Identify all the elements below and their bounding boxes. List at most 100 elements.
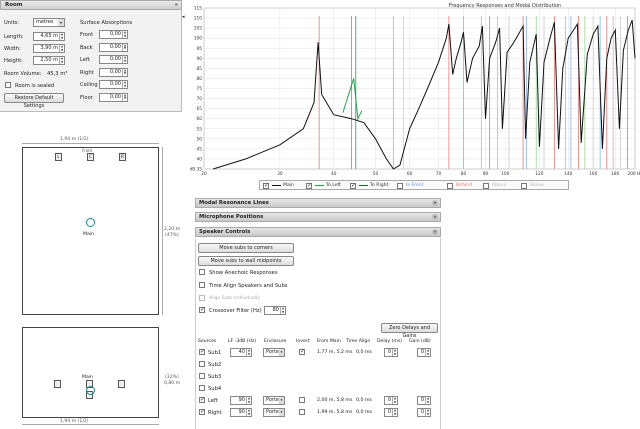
move-midpoints-button[interactable]: Move subs to wall midpoints (198, 256, 294, 266)
source-checkbox[interactable] (199, 409, 205, 415)
surface-field[interactable]: 0,00 ▲ ▼ (99, 42, 128, 52)
enclosure-select[interactable]: Ported ▾ (263, 408, 285, 417)
legend-checkbox[interactable] (397, 182, 403, 189)
sealed-checkbox[interactable] (5, 82, 11, 88)
crossover-checkbox[interactable] (199, 307, 205, 313)
zero-delays-button[interactable]: Zero Delays and Gains (381, 323, 438, 339)
surface-stepper[interactable]: ▲ ▼ (122, 68, 127, 76)
gain-stepper[interactable]: ▲ ▼ (425, 396, 430, 404)
plan-view[interactable]: Front L C R Main (22, 147, 159, 315)
crossover-stepper[interactable]: ▲ ▼ (280, 306, 285, 314)
main-label-side: Main (82, 375, 93, 380)
surface-stepper[interactable]: ▲ ▼ (122, 80, 127, 88)
y-tick-label: 110 (194, 16, 202, 22)
x-tick-label: 120 (535, 171, 543, 177)
invert-checkbox[interactable] (299, 397, 305, 403)
chevron-down-icon[interactable]: ▾ (279, 397, 284, 404)
room-header[interactable]: Room « (0, 0, 182, 10)
surface-stepper[interactable]: ▲ ▼ (122, 30, 127, 38)
chevron-down-icon[interactable]: » (432, 200, 438, 206)
speaker-controls-header[interactable]: Speaker Controls « (195, 227, 441, 237)
gain-field[interactable]: 0 ▲ ▼ (417, 396, 431, 405)
legend-checkbox[interactable] (447, 182, 453, 189)
splitter-icon[interactable]: ◂ (182, 14, 185, 20)
legend-checkbox[interactable] (350, 182, 356, 189)
delay-stepper[interactable]: ▲ ▼ (392, 348, 397, 356)
surface-field[interactable]: 0,00 ▲ ▼ (99, 80, 128, 89)
units-select[interactable]: metres ▾ (33, 18, 65, 27)
frequency-chart[interactable]: Frequency Responses and Modal Distributi… (190, 0, 640, 180)
surface-stepper[interactable]: ▲ ▼ (122, 43, 127, 51)
enclosure-select[interactable]: Ported ▾ (263, 348, 285, 357)
gain-stepper[interactable]: ▲ ▼ (425, 348, 430, 356)
surface-stepper[interactable]: ▲ ▼ (122, 93, 127, 101)
time-align-checkbox[interactable] (199, 282, 205, 288)
source-name: Sub4 (208, 386, 222, 392)
speaker-left[interactable]: L (55, 153, 62, 161)
source-checkbox[interactable] (199, 373, 205, 379)
height-stepper[interactable]: ▲ ▼ (59, 56, 64, 64)
legend-checkbox[interactable] (263, 182, 269, 189)
gain-stepper[interactable]: ▲ ▼ (425, 408, 430, 416)
chevron-up-icon[interactable]: « (432, 229, 438, 235)
anechoic-checkbox[interactable] (199, 269, 205, 275)
chevron-down-icon[interactable]: ▾ (279, 349, 284, 356)
speaker-center[interactable]: C (87, 153, 94, 161)
modal-lines-header[interactable]: Modal Resonance Lines » (195, 198, 441, 208)
lf-field[interactable]: 90 ▲ ▼ (230, 408, 252, 417)
delay-field[interactable]: 0 ▲ ▼ (384, 396, 398, 405)
legend-checkbox[interactable] (483, 182, 489, 189)
lf-stepper[interactable]: ▲ ▼ (246, 348, 251, 356)
gain-field[interactable]: 0 ▲ ▼ (417, 408, 431, 417)
height-field[interactable]: 2,50 m ▲ ▼ (33, 56, 65, 65)
delay-stepper[interactable]: ▲ ▼ (392, 396, 397, 404)
restore-defaults-button[interactable]: Restore Default Settings (4, 93, 64, 109)
collapse-icon[interactable]: « (175, 2, 178, 8)
speaker-right-side[interactable] (118, 380, 125, 388)
legend-checkbox[interactable] (521, 182, 527, 189)
surface-field[interactable]: 0,00 ▲ ▼ (99, 67, 128, 77)
listener-side-icon[interactable] (86, 386, 95, 395)
chevron-down-icon[interactable]: » (432, 214, 438, 220)
delay-field[interactable]: 0 ▲ ▼ (384, 408, 398, 417)
lf-stepper[interactable]: ▲ ▼ (246, 396, 251, 404)
listener-icon[interactable] (86, 218, 95, 227)
crossover-field[interactable]: 80 ▲ ▼ (264, 306, 286, 315)
speaker-left-side[interactable] (54, 380, 61, 388)
source-checkbox[interactable] (199, 397, 205, 403)
legend-label: In Front (406, 183, 424, 188)
invert-checkbox[interactable] (299, 349, 305, 355)
mic-positions-header[interactable]: Microphone Positions » (195, 212, 441, 222)
lf-field[interactable]: 40 ▲ ▼ (230, 348, 252, 357)
invert-checkbox[interactable] (299, 409, 305, 415)
source-checkbox[interactable] (199, 361, 205, 367)
surface-field[interactable]: 0,00 ▲ ▼ (99, 30, 128, 39)
length-stepper[interactable]: ▲ ▼ (59, 32, 64, 40)
lf-field[interactable]: 90 ▲ ▼ (230, 396, 252, 405)
length-field[interactable]: 4,65 m ▲ ▼ (33, 32, 65, 41)
elevation-view[interactable]: Main (22, 327, 159, 418)
delay-value: 0 (387, 397, 391, 403)
align-subs-checkbox[interactable] (199, 295, 205, 301)
delay-stepper[interactable]: ▲ ▼ (392, 408, 397, 416)
enclosure-select[interactable]: Ported ▾ (263, 396, 285, 405)
table-header: Time Align (346, 339, 371, 344)
width-field[interactable]: 3,90 m ▲ ▼ (33, 44, 65, 53)
x-tick-label: 30 (277, 171, 283, 177)
source-checkbox[interactable] (199, 385, 205, 391)
chevron-down-icon[interactable]: ▾ (279, 409, 284, 416)
legend-checkbox[interactable] (306, 182, 312, 189)
dim-side-pct: (47%) (165, 233, 179, 238)
chevron-down-icon[interactable]: ▾ (58, 19, 64, 26)
lf-stepper[interactable]: ▲ ▼ (246, 408, 251, 416)
move-corners-button[interactable]: Move subs to corners (198, 243, 294, 253)
surface-stepper[interactable]: ▲ ▼ (122, 55, 127, 63)
delay-field[interactable]: 0 ▲ ▼ (384, 348, 398, 357)
surface-field[interactable]: 0,00 ▲ ▼ (99, 92, 128, 102)
speaker-right[interactable]: R (119, 153, 126, 161)
source-checkbox[interactable] (199, 349, 205, 355)
gain-field[interactable]: 0 ▲ ▼ (417, 348, 431, 357)
speaker-left-label: L (57, 154, 60, 159)
surface-field[interactable]: 0,00 ▲ ▼ (99, 55, 128, 64)
width-stepper[interactable]: ▲ ▼ (59, 44, 64, 52)
